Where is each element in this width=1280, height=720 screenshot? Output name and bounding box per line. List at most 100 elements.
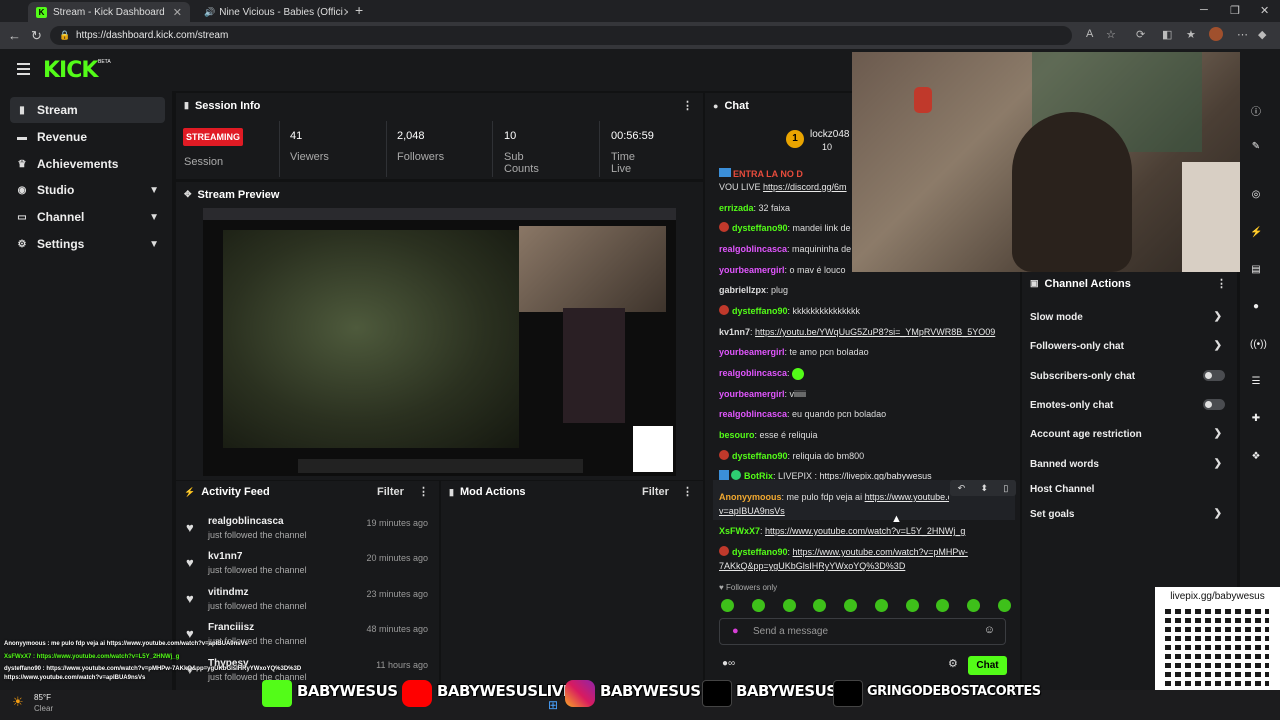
chat-username[interactable]: XsFWxX7 [719, 526, 760, 536]
sidebar-item-studio[interactable]: ◉ Studio ▼ [10, 177, 165, 203]
broadcast-signal-icon[interactable]: ((•)) [1250, 339, 1267, 351]
maximize-icon[interactable]: ❐ [1230, 4, 1240, 17]
chat-username[interactable]: realgoblincasca [719, 368, 787, 378]
emote-icon[interactable] [905, 599, 919, 612]
chat-username[interactable]: realgoblincasca [719, 409, 787, 419]
message-link[interactable]: https://youtu.be/YWqUuG5ZuP8?si=_YMpRVWR… [755, 327, 995, 337]
delete-icon[interactable]: ▯ [1003, 483, 1008, 494]
chat-settings-gear-icon[interactable]: ⚙ [948, 657, 958, 670]
split-screen-icon[interactable]: ◧ [1162, 28, 1172, 41]
message-link[interactable]: https://www.youtube.com/watch? [865, 492, 949, 502]
minimize-icon[interactable]: ─ [1200, 4, 1208, 16]
chat-username[interactable]: errizada [719, 203, 754, 213]
chat-username[interactable]: Anonyymoous [719, 492, 782, 502]
action-slow-mode[interactable]: Slow mode ❯ [1030, 311, 1225, 323]
chat-username[interactable]: yourbeamergirl [719, 265, 785, 275]
document-icon[interactable]: ▤ [1250, 264, 1262, 276]
action-set-goals[interactable]: Set goals ❯ [1030, 508, 1225, 520]
close-tab-icon[interactable]: ✕ [343, 6, 348, 19]
chat-input[interactable]: ● Send a message ☺ [719, 618, 1006, 645]
message-link[interactable]: https://www.youtube.com/watch?v=pMHPw- [793, 547, 968, 557]
chat-username[interactable]: dysteffano90 [732, 306, 788, 316]
chat-username[interactable]: dysteffano90 [732, 451, 788, 461]
more-options-icon[interactable]: ⋮ [1216, 277, 1227, 290]
more-options-icon[interactable]: ⋮ [418, 485, 429, 498]
message-link[interactable]: 7AKkQ&pp=ygUKbGlsIHRyYWxoYQ%3D%3D [719, 561, 905, 571]
top-gifter-name[interactable]: lockz048 [810, 129, 849, 140]
emote-icon[interactable] [813, 599, 827, 612]
sidebar-item-channel[interactable]: ▭ Channel ▼ [10, 204, 165, 230]
emote-icon[interactable] [967, 599, 981, 612]
emote-icon[interactable] [997, 599, 1011, 612]
mod-filter-button[interactable]: Filter [642, 486, 669, 498]
stack-icon[interactable]: ☰ [1250, 376, 1262, 388]
pin-icon[interactable]: ⬍ [981, 483, 989, 494]
copilot-icon[interactable]: ◆ [1258, 28, 1266, 41]
favorite-star-icon[interactable]: ☆ [1106, 28, 1116, 41]
tab-youtube[interactable]: 🔊 Nine Vicious - Babies (Offici ✕ [190, 2, 348, 22]
sidebar-item-stream[interactable]: ▮ Stream [10, 97, 165, 123]
sidebar-item-revenue[interactable]: ▬ Revenue [10, 124, 165, 150]
close-tab-icon[interactable]: ✕ [173, 6, 182, 19]
emote-icon[interactable] [874, 599, 888, 612]
extension-icon[interactable]: ⟳ [1136, 28, 1145, 41]
sidebar-item-achievements[interactable]: ♛ Achievements [10, 151, 165, 177]
action-banned-words[interactable]: Banned words ❯ [1030, 458, 1225, 470]
action-host-channel[interactable]: Host Channel [1030, 484, 1225, 495]
more-menu-icon[interactable]: ⋯ [1237, 28, 1248, 41]
emote-icon[interactable] [782, 599, 796, 612]
action-account-age[interactable]: Account age restriction ❯ [1030, 428, 1225, 440]
emoji-icon[interactable]: ☺ [984, 624, 995, 636]
sidebar-item-settings[interactable]: ⚙ Settings ▼ [10, 231, 165, 257]
kick-logo[interactable]: KICK [43, 58, 98, 83]
chat-username[interactable]: gabriellzpx [719, 285, 766, 295]
message-link[interactable]: https://www.youtube.com/watch?v=L5Y_2HNW… [765, 526, 965, 536]
read-aloud-icon[interactable]: A [1086, 28, 1093, 40]
action-followers-only[interactable]: Followers-only chat ❯ [1030, 340, 1225, 352]
emote-icon[interactable] [844, 599, 858, 612]
reload-icon[interactable]: ↻ [31, 28, 42, 44]
weather-temp[interactable]: 85°F [34, 693, 51, 702]
chat-username[interactable]: yourbeamergirl [719, 389, 785, 399]
back-icon[interactable]: ← [8, 28, 21, 43]
chat-username[interactable]: besouro [719, 430, 755, 440]
emote-icon[interactable] [936, 599, 950, 612]
hamburger-menu-icon[interactable] [17, 63, 30, 78]
url-field[interactable]: 🔒 https://dashboard.kick.com/stream [50, 26, 1072, 45]
chat-username[interactable]: kv1nn7 [719, 327, 750, 337]
wrench-icon[interactable]: ✚ [1250, 413, 1262, 425]
emote-icon[interactable] [751, 599, 765, 612]
more-options-icon[interactable]: ⋮ [682, 485, 693, 498]
apps-icon[interactable]: ❖ [1250, 451, 1262, 463]
emote-bar [721, 599, 1011, 612]
camera-icon[interactable]: ◎ [1250, 189, 1262, 201]
send-chat-button[interactable]: Chat [968, 656, 1007, 675]
edit-pencil-icon[interactable]: ✎ [1250, 141, 1262, 153]
favorites-icon[interactable]: ★ [1186, 28, 1196, 41]
stream-preview-video[interactable] [203, 208, 676, 476]
chat-username[interactable]: dysteffano90 [732, 223, 788, 233]
close-window-icon[interactable]: ✕ [1260, 4, 1269, 17]
tab-kick-dashboard[interactable]: K Stream - Kick Dashboard ✕ [28, 2, 190, 22]
chat-username[interactable]: dysteffano90 [732, 547, 788, 557]
more-options-icon[interactable]: ⋮ [682, 99, 693, 112]
message-link[interactable]: v=apIBUA9nsVs [719, 506, 785, 516]
microphone-icon[interactable]: ● [732, 625, 739, 637]
chat-username[interactable]: realgoblincasca [719, 244, 787, 254]
message-link[interactable]: https://discord.gg/6m [763, 182, 847, 192]
info-icon[interactable]: ⓘ [1250, 103, 1262, 118]
youtube-social-icon [402, 680, 432, 707]
follower-name: Franciiisz [208, 622, 255, 633]
points-icon[interactable]: ●∞ [722, 658, 735, 669]
chat-bubble-icon[interactable]: ● [1250, 301, 1262, 313]
emotes-only-toggle[interactable] [1203, 399, 1225, 410]
chat-username[interactable]: yourbeamergirl [719, 347, 785, 357]
lightning-icon[interactable]: ⚡ [1250, 227, 1262, 239]
reply-icon[interactable]: ↶ [958, 483, 966, 494]
activity-filter-button[interactable]: Filter [377, 486, 404, 498]
profile-avatar[interactable] [1209, 27, 1223, 41]
new-tab-button[interactable]: + [355, 2, 363, 18]
emote-icon[interactable] [721, 599, 734, 612]
subscribers-only-toggle[interactable] [1203, 370, 1225, 381]
sidebar-item-label: Revenue [37, 130, 88, 144]
